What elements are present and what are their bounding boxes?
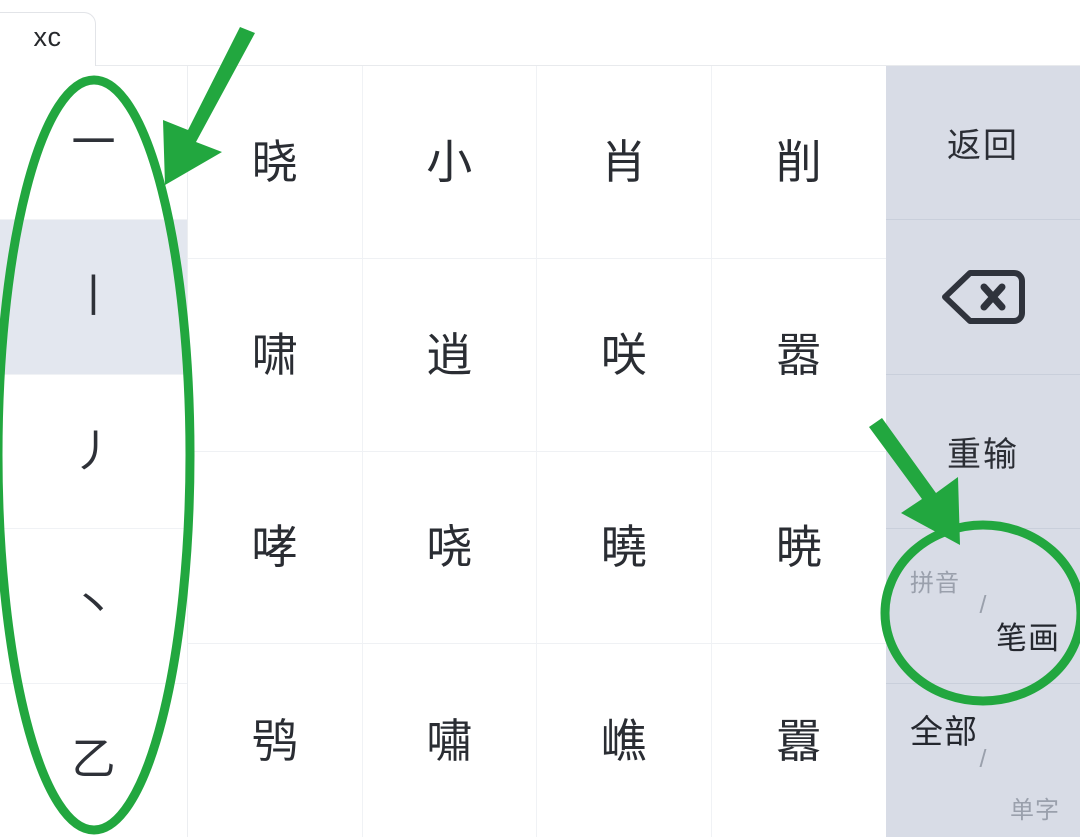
candidate-cell[interactable]: 逍 (362, 258, 537, 452)
candidate-grid: 晓 小 肖 削 啸 逍 咲 嚣 哮 哓 曉 暁 鸮 嘯 嶕 囂 (188, 66, 886, 837)
candidate-cell[interactable]: 哓 (362, 451, 537, 645)
candidate-char: 晓 (251, 134, 298, 189)
candidate-char: 削 (775, 134, 822, 189)
mode-slash: / (979, 590, 987, 619)
candidate-cell[interactable]: 啸 (188, 258, 363, 452)
tab-label: xc (33, 22, 62, 52)
mode-stroke-label[interactable]: 笔画 (996, 613, 1060, 658)
candidate-cell[interactable]: 嶕 (537, 644, 712, 837)
reinput-button[interactable]: 重输 (886, 374, 1080, 530)
stroke-glyph: 丿 (71, 425, 116, 477)
ime-stroke-input-panel: xc 一 丨 丿 丶 乙 晓 小 肖 削 啸 逍 咲 嚣 哮 哓 曉 暁 鸮 嘯… (0, 0, 1080, 837)
stroke-glyph: 丨 (71, 271, 116, 323)
stroke-key-shu[interactable]: 丨 (0, 220, 187, 375)
candidate-cell[interactable]: 肖 (537, 66, 712, 259)
candidate-char: 啸 (251, 327, 298, 382)
candidate-cell[interactable]: 囂 (711, 644, 886, 837)
backspace-button[interactable] (886, 220, 1080, 375)
candidate-char: 嚣 (775, 327, 822, 382)
candidate-char: 嘯 (426, 713, 473, 768)
candidate-char: 曉 (600, 520, 647, 575)
stroke-key-heng[interactable]: 一 (0, 66, 187, 221)
stroke-glyph: 乙 (71, 734, 116, 786)
stroke-key-zhe[interactable]: 乙 (0, 683, 187, 837)
scope-slash: / (979, 744, 987, 773)
candidate-cell[interactable]: 哮 (188, 451, 363, 645)
candidate-cell[interactable]: 鸮 (188, 644, 363, 837)
candidate-char: 暁 (775, 520, 822, 575)
stroke-glyph: 一 (71, 116, 116, 168)
candidate-char: 哓 (426, 520, 473, 575)
candidate-char: 逍 (426, 327, 473, 382)
stroke-glyph: 丶 (71, 579, 116, 631)
candidate-cell[interactable]: 嘯 (362, 644, 537, 837)
candidate-char: 小 (426, 134, 473, 189)
reinput-label: 重输 (947, 435, 1019, 476)
scope-all-label[interactable]: 全部 (910, 705, 978, 753)
input-mode-toggle[interactable]: 拼音 / 笔画 (886, 529, 1080, 684)
candidate-char: 鸮 (251, 713, 298, 768)
candidate-cell[interactable]: 小 (362, 66, 537, 259)
candidate-cell[interactable]: 暁 (711, 451, 886, 645)
candidate-char: 哮 (251, 520, 298, 575)
backspace-icon (940, 267, 1026, 327)
candidate-char: 囂 (775, 713, 822, 768)
stroke-filter-column: 一 丨 丿 丶 乙 (0, 66, 188, 837)
panel-body: 一 丨 丿 丶 乙 晓 小 肖 削 啸 逍 咲 嚣 哮 哓 曉 暁 鸮 嘯 嶕 … (0, 66, 1080, 837)
back-button[interactable]: 返回 (886, 66, 1080, 221)
candidate-char: 咲 (600, 327, 647, 382)
candidate-char: 肖 (600, 134, 647, 189)
candidate-cell[interactable]: 削 (711, 66, 886, 259)
candidate-char: 嶕 (600, 713, 647, 768)
candidate-cell[interactable]: 咲 (537, 258, 712, 452)
candidate-cell[interactable]: 曉 (537, 451, 712, 645)
candidate-cell[interactable]: 嚣 (711, 258, 886, 452)
stroke-key-pie[interactable]: 丿 (0, 374, 187, 530)
tab-bar: xc (0, 0, 1080, 66)
function-sidebar: 返回 重输 拼音 / 笔画 全部 / 单字 (886, 66, 1080, 837)
back-label: 返回 (947, 126, 1019, 167)
candidate-cell[interactable]: 晓 (188, 66, 363, 259)
mode-pinyin-label[interactable]: 拼音 (910, 563, 960, 598)
scope-toggle[interactable]: 全部 / 单字 (886, 683, 1080, 837)
stroke-key-dian[interactable]: 丶 (0, 529, 187, 684)
scope-single-label[interactable]: 单字 (1010, 790, 1060, 825)
tab-xc[interactable]: xc (0, 12, 96, 66)
